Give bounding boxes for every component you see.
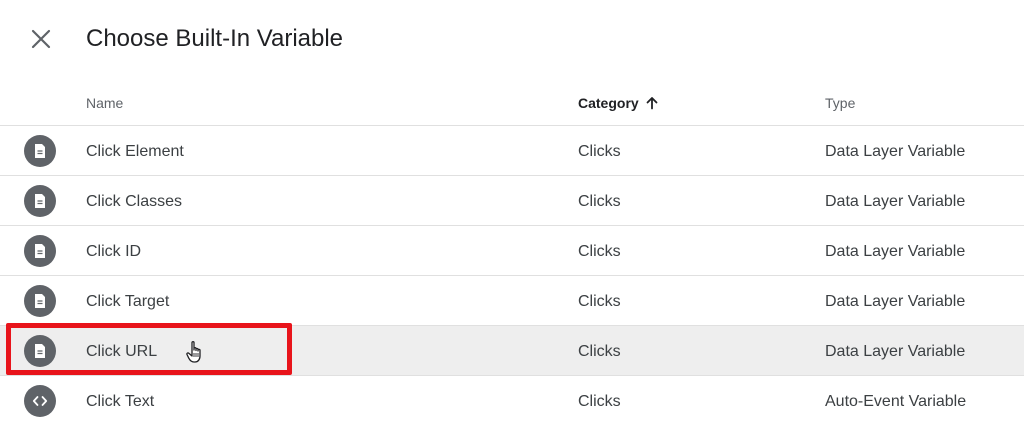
row-category: Clicks (578, 343, 621, 360)
row-category: Clicks (578, 143, 621, 160)
document-icon (24, 285, 56, 317)
row-name: Click Text (86, 393, 155, 410)
close-icon (31, 29, 51, 49)
code-icon (24, 385, 56, 417)
arrow-up-icon (646, 97, 658, 110)
dialog-title: Choose Built-In Variable (86, 25, 344, 52)
column-header-category-label: Category (578, 95, 639, 111)
row-category: Clicks (578, 293, 621, 310)
row-name: Click Target (86, 293, 170, 310)
table-row[interactable]: Click Text Clicks Auto-Event Variable (0, 376, 1024, 424)
row-name: Click ID (86, 243, 142, 260)
row-category: Clicks (578, 393, 621, 410)
choose-built-in-variable-dialog: Choose Built-In Variable Name Category T… (0, 0, 1024, 424)
row-type: Auto-Event Variable (825, 393, 967, 410)
row-name: Click URL (86, 343, 158, 360)
table-row-click-url[interactable]: Click URL Clicks Data Layer Variable (0, 326, 1024, 376)
table-header: Name Category Type (0, 78, 1024, 126)
table-row[interactable]: Click ID Clicks Data Layer Variable (0, 226, 1024, 276)
close-button[interactable] (26, 24, 56, 54)
table-row[interactable]: Click Element Clicks Data Layer Variable (0, 126, 1024, 176)
row-name: Click Element (86, 143, 184, 160)
row-type: Data Layer Variable (825, 193, 966, 210)
document-icon (24, 235, 56, 267)
document-icon (24, 135, 56, 167)
row-name: Click Classes (86, 193, 183, 210)
row-category: Clicks (578, 243, 621, 260)
dialog-header: Choose Built-In Variable (0, 0, 1024, 78)
document-icon (24, 335, 56, 367)
document-icon (24, 185, 56, 217)
row-category: Clicks (578, 193, 621, 210)
variable-list: Click Element Clicks Data Layer Variable… (0, 126, 1024, 424)
table-row[interactable]: Click Target Clicks Data Layer Variable (0, 276, 1024, 326)
column-header-name[interactable]: Name (86, 94, 123, 112)
row-type: Data Layer Variable (825, 143, 966, 160)
table-row[interactable]: Click Classes Clicks Data Layer Variable (0, 176, 1024, 226)
row-type: Data Layer Variable (825, 243, 966, 260)
column-header-type[interactable]: Type (825, 94, 855, 112)
column-header-category[interactable]: Category (578, 94, 659, 112)
row-type: Data Layer Variable (825, 343, 966, 360)
row-type: Data Layer Variable (825, 293, 966, 310)
